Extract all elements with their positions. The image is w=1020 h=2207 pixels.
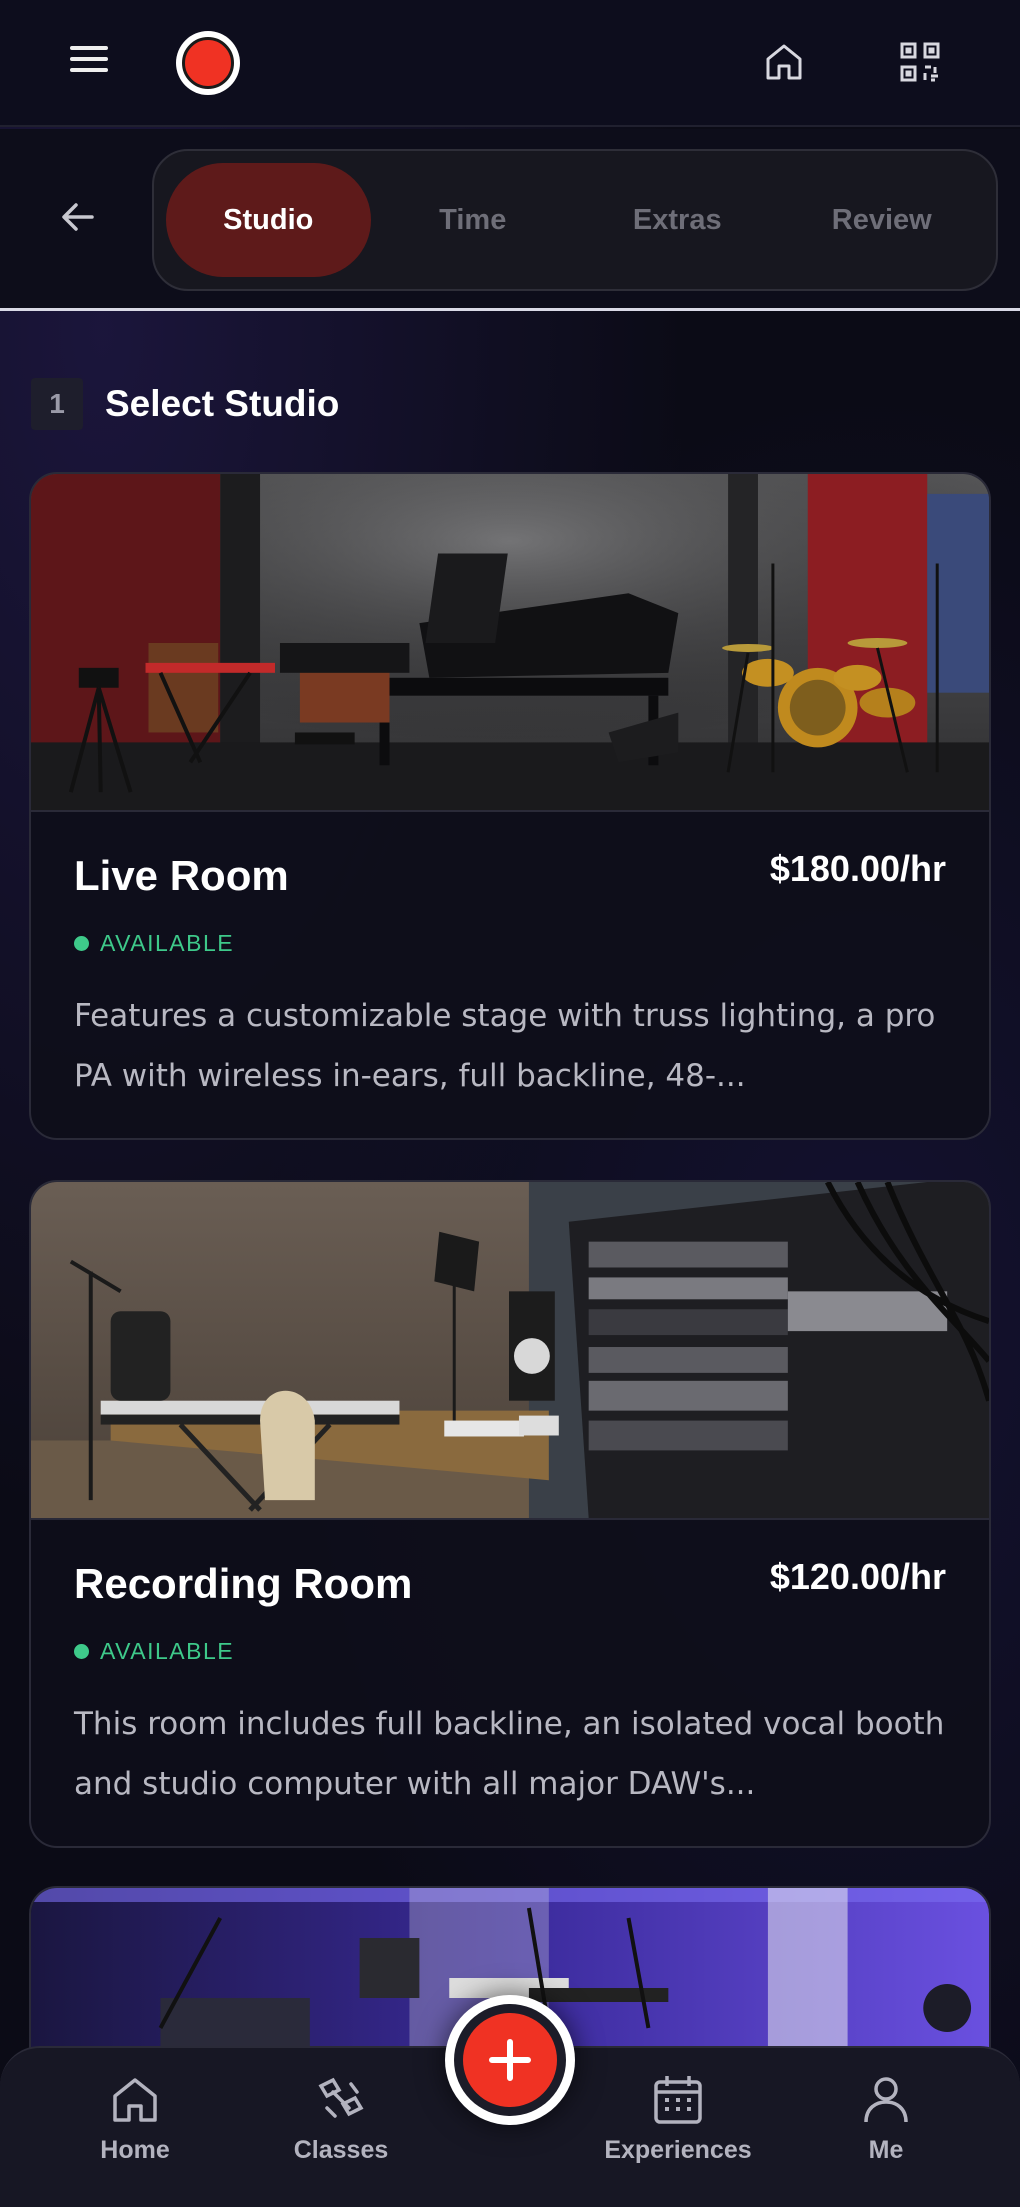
tab-time[interactable]: Time	[371, 163, 576, 277]
person-icon	[864, 2077, 908, 2123]
tab-studio[interactable]: Studio	[166, 163, 371, 277]
plus-icon	[489, 2039, 531, 2081]
status-badge: AVAILABLE	[74, 930, 234, 957]
studio-price: $120.00/hr	[769, 1556, 946, 1597]
status-label: AVAILABLE	[100, 930, 235, 956]
qr-code-icon[interactable]	[898, 40, 942, 84]
arrow-left-icon[interactable]	[58, 197, 98, 237]
status-label: AVAILABLE	[100, 1638, 235, 1664]
status-dot-icon	[74, 1644, 89, 1659]
status-badge: AVAILABLE	[74, 1638, 234, 1665]
booking-page: Studio Time Extras Review 1 Select Studi…	[0, 0, 1020, 2207]
studio-card-live-room[interactable]: Live Room $180.00/hr AVAILABLE Features …	[29, 472, 991, 1140]
tab-extras[interactable]: Extras	[575, 163, 780, 277]
classes-icon	[318, 2077, 364, 2118]
studio-description: This room includes full backline, an iso…	[74, 1706, 945, 1802]
section-title: Select Studio	[105, 383, 340, 424]
booking-stepper: Studio Time Extras Review	[0, 129, 1020, 311]
nav-label: Me	[868, 2136, 904, 2164]
studio-card-recording-room[interactable]: Recording Room $120.00/hr AVAILABLE This…	[29, 1180, 991, 1848]
studio-name: Live Room	[74, 852, 289, 899]
nav-experiences[interactable]: Experiences	[598, 2072, 758, 2165]
tab-review[interactable]: Review	[780, 163, 985, 277]
home-icon[interactable]	[762, 40, 806, 84]
status-dot-icon	[74, 936, 89, 951]
nav-home[interactable]: Home	[55, 2072, 215, 2165]
studio-photo-recording-room	[31, 1182, 989, 1520]
nav-label: Home	[100, 2136, 170, 2164]
record-logo-icon[interactable]	[176, 31, 240, 95]
add-booking-button[interactable]	[445, 1995, 575, 2125]
step-number-badge: 1	[31, 378, 83, 430]
nav-me[interactable]: Me	[806, 2072, 966, 2165]
nav-classes[interactable]: Classes	[261, 2072, 421, 2165]
studio-description: Features a customizable stage with truss…	[74, 998, 936, 1094]
nav-label: Experiences	[604, 2136, 752, 2164]
hamburger-menu-icon[interactable]	[70, 46, 108, 78]
studio-price: $180.00/hr	[769, 848, 946, 889]
home-icon	[113, 2078, 157, 2122]
step-tabs: Studio Time Extras Review	[152, 149, 998, 291]
studio-name: Recording Room	[74, 1560, 413, 1607]
nav-label: Classes	[293, 2136, 389, 2164]
calendar-icon	[654, 2076, 702, 2124]
section-heading: 1 Select Studio	[31, 378, 339, 430]
studio-photo-live-room	[31, 474, 989, 812]
top-app-bar	[0, 0, 1020, 127]
